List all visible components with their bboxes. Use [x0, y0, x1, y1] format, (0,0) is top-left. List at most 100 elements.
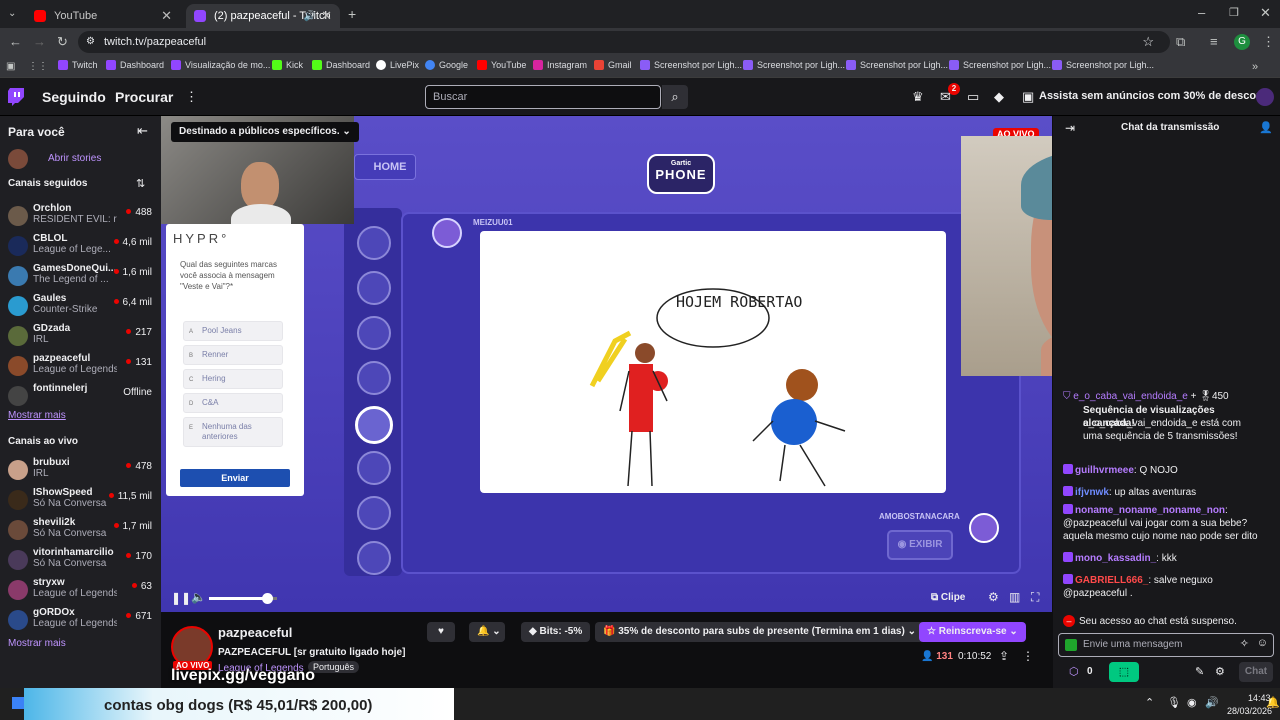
- sidebar-channel-item[interactable]: gORDOx League of Legends 671: [0, 606, 161, 636]
- sidebar-channel-item[interactable]: pazpeaceful League of Legends 131: [0, 352, 161, 382]
- bookmark-kick[interactable]: Kick: [272, 60, 303, 70]
- whispers-icon[interactable]: ▭: [967, 89, 979, 105]
- forward-icon[interactable]: →: [33, 35, 46, 49]
- ad-free-promo[interactable]: Assista sem anúncios com 30% de desconto: [1039, 90, 1273, 102]
- reload-icon[interactable]: ↻: [57, 35, 68, 49]
- more-bookmarks-icon[interactable]: »: [1252, 60, 1258, 74]
- close-window-icon[interactable]: ✕: [1260, 6, 1271, 20]
- edit-pencil-icon[interactable]: ✎: [1195, 665, 1204, 678]
- emote-icon[interactable]: ☺: [1257, 637, 1268, 649]
- minimize-icon[interactable]: –: [1198, 6, 1205, 20]
- volume-slider[interactable]: [209, 593, 277, 604]
- theater-mode-icon[interactable]: ▥: [1009, 590, 1020, 604]
- bookmark-youtube[interactable]: YouTube: [477, 60, 526, 70]
- nav-browse[interactable]: Procurar: [115, 89, 173, 105]
- sidebar-channel-item[interactable]: GDzada IRL 217: [0, 322, 161, 352]
- chat-username[interactable]: guilhvrmeee: [1075, 465, 1134, 476]
- notifications-icon[interactable]: 🔔: [1266, 696, 1280, 709]
- show-more-followed[interactable]: Mostrar mais: [8, 410, 66, 421]
- bookmark-visualizacao[interactable]: Visualização de mo...: [171, 60, 270, 70]
- close-tab-icon[interactable]: ✕: [161, 8, 172, 24]
- survey-option-c[interactable]: C Hering: [183, 369, 283, 389]
- follow-heart-icon[interactable]: ♥: [427, 622, 455, 642]
- tab-twitch[interactable]: (2) pazpeaceful - Twitch 🔊 ✕: [186, 4, 340, 28]
- open-stories-link[interactable]: Abrir stories: [48, 153, 101, 164]
- network-icon[interactable]: ◉: [1187, 696, 1197, 709]
- sidebar-channel-item[interactable]: CBLOL League of Lege... 4,6 mil: [0, 232, 161, 262]
- bookmark-kick-dashboard[interactable]: Dashboard: [312, 60, 370, 70]
- gift-subs-promo[interactable]: 🎁 35% de desconto para subs de presente …: [595, 622, 924, 642]
- stories-avatar[interactable]: [8, 149, 28, 169]
- volume-knob[interactable]: [261, 593, 273, 604]
- survey-submit-button[interactable]: Enviar: [180, 469, 290, 487]
- nav-following[interactable]: Seguindo: [42, 89, 106, 105]
- bookmark-screenshot-2[interactable]: Screenshot por Ligh...: [743, 60, 845, 70]
- more-kebab-icon[interactable]: ⋮: [185, 89, 198, 105]
- user-avatar[interactable]: [1256, 88, 1274, 106]
- show-more-live[interactable]: Mostrar mais: [8, 638, 66, 649]
- tab-list-icon[interactable]: ⌄: [8, 7, 16, 21]
- more-options-icon[interactable]: ⋮: [1022, 649, 1034, 663]
- bookmark-screenshot-5[interactable]: Screenshot por Ligh...: [1052, 60, 1154, 70]
- fullscreen-icon[interactable]: ⛶: [1031, 590, 1039, 605]
- collapse-chat-icon[interactable]: ⇥: [1065, 121, 1075, 135]
- sidebar-channel-item[interactable]: IShowSpeed Só Na Conversa 11,5 mil: [0, 486, 161, 516]
- url-input[interactable]: ⚙ twitch.tv/pazpeaceful ☆: [78, 31, 1170, 53]
- apps-icon[interactable]: ⋮⋮: [28, 60, 48, 74]
- points-icon[interactable]: ⬡: [1069, 665, 1079, 678]
- sidebar-channel-item[interactable]: GamesDoneQui... The Legend of ... 1,6 mil: [0, 262, 161, 292]
- bookmark-screenshot-3[interactable]: Screenshot por Ligh...: [846, 60, 948, 70]
- chat-input[interactable]: Envie uma mensagem ✧ ☺: [1058, 633, 1274, 657]
- badge-icon[interactable]: [1065, 639, 1077, 651]
- collapse-sidebar-icon[interactable]: ⇤: [137, 123, 148, 139]
- bookmark-livepix[interactable]: LivePix: [376, 60, 419, 70]
- profile-avatar[interactable]: G: [1234, 34, 1250, 50]
- chat-username[interactable]: ifjvnwk: [1075, 487, 1109, 498]
- search-icon[interactable]: ⌕: [662, 85, 688, 109]
- survey-option-a[interactable]: A Pool Jeans: [183, 321, 283, 341]
- sidebar-channel-item[interactable]: fontinnelerj Offline: [0, 382, 161, 412]
- restore-icon[interactable]: ❐: [1229, 6, 1239, 20]
- chat-username[interactable]: GABRIELL666_: [1075, 575, 1148, 586]
- sidebar-channel-item[interactable]: stryxw League of Legends 63: [0, 576, 161, 606]
- streak-user[interactable]: ⛉ e_o_caba_vai_endoida_e: [1063, 391, 1188, 402]
- pause-icon[interactable]: ❚❚: [171, 591, 191, 605]
- language-tag[interactable]: Português: [308, 661, 360, 673]
- tray-chevron-icon[interactable]: ⌃: [1145, 696, 1154, 709]
- reward-gift-icon[interactable]: ⬚: [1109, 662, 1139, 682]
- bookmark-twitch[interactable]: Twitch: [58, 60, 98, 70]
- bookmark-google[interactable]: Google: [425, 60, 468, 70]
- community-icon[interactable]: 👤: [1259, 121, 1273, 134]
- sidepanel-icon[interactable]: ▣: [6, 60, 15, 74]
- clip-button[interactable]: ⧉ Clipe: [931, 592, 965, 603]
- sidebar-channel-item[interactable]: Orchlon RESIDENT EVIL: r... 488: [0, 202, 161, 232]
- sidebar-channel-item[interactable]: vitorinhamarcilio Só Na Conversa 170: [0, 546, 161, 576]
- site-info-icon[interactable]: ⚙: [86, 31, 95, 53]
- survey-option-e[interactable]: E Nenhuma das anteriores: [183, 417, 283, 447]
- media-icon[interactable]: ≡: [1210, 35, 1218, 49]
- sidebar-channel-item[interactable]: brubuxi IRL 478: [0, 456, 161, 486]
- start-icon[interactable]: [12, 697, 24, 709]
- speaker-tray-icon[interactable]: 🔊: [1205, 696, 1219, 709]
- bookmark-gmail[interactable]: Gmail: [594, 60, 632, 70]
- bookmark-star-icon[interactable]: ☆: [1142, 31, 1154, 53]
- video-player[interactable]: HOME Gartic PHONE AO VIVO MEIZUU01 HOJEM…: [161, 116, 1052, 612]
- twitch-logo-icon[interactable]: [8, 88, 24, 106]
- sidebar-channel-item[interactable]: Gaules Counter-Strike 6,4 mil: [0, 292, 161, 322]
- volume-icon[interactable]: 🔈: [191, 590, 206, 604]
- search-input[interactable]: Buscar: [425, 85, 661, 109]
- menu-kebab-icon[interactable]: ⋮: [1262, 35, 1275, 49]
- notification-bell-icon[interactable]: 🔔 ⌄: [469, 622, 505, 642]
- tab-youtube[interactable]: YouTube ✕: [26, 4, 180, 28]
- chat-send-button[interactable]: Chat: [1239, 662, 1273, 682]
- survey-option-d[interactable]: D C&A: [183, 393, 283, 413]
- back-icon[interactable]: ←: [9, 35, 22, 49]
- mic-icon[interactable]: 🎙: [1167, 696, 1181, 709]
- channel-name[interactable]: pazpeaceful: [218, 625, 292, 640]
- chat-username[interactable]: noname_noname_noname_non: [1075, 505, 1225, 516]
- bookmark-instagram[interactable]: Instagram: [533, 60, 587, 70]
- bookmark-screenshot-4[interactable]: Screenshot por Ligh...: [949, 60, 1051, 70]
- sort-icon[interactable]: ⇅: [136, 177, 145, 190]
- speaker-icon[interactable]: 🔊: [304, 11, 316, 22]
- survey-option-b[interactable]: B Renner: [183, 345, 283, 365]
